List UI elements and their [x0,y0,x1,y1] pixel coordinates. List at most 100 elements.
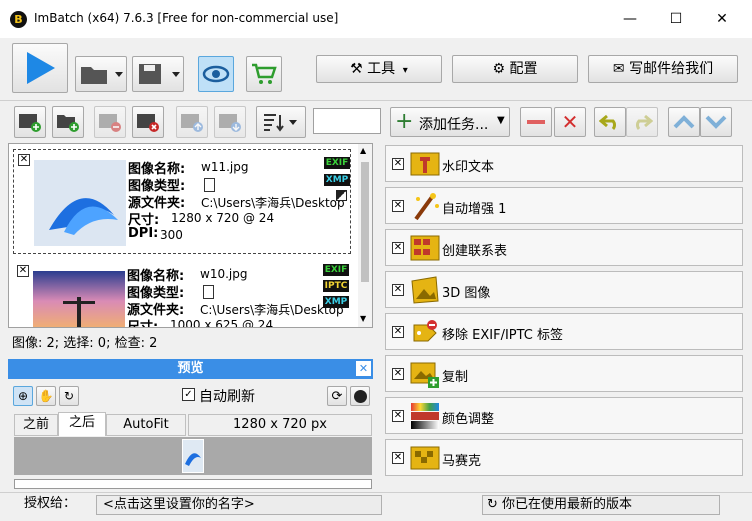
task-list[interactable]: ✕ 水印文本 ✕ 自动增强 1 ✕ 创建联系表 ✕ 3D 图像 ✕ 移除 EXI… [385,142,745,492]
auto-refresh-label: 自动刷新 [199,389,255,405]
task-down-button[interactable] [700,107,732,137]
list-item[interactable]: ✕ 图像名称: w11.jpg 图像类型: 源文件夹: C:\Users\李海兵… [13,149,351,254]
task-item-mosaic[interactable]: ✕ 马赛克 [385,439,743,476]
clear-tasks-button[interactable]: ✕ [554,107,586,137]
preview-close-icon[interactable]: ✕ [355,360,372,377]
task-name: 颜色调整 [442,412,495,427]
redo-button[interactable] [626,107,658,137]
run-button[interactable] [12,43,68,93]
autofit-button[interactable]: AutoFit [106,414,186,436]
preview-toggle-button[interactable] [198,56,234,92]
undo-icon [599,114,616,130]
scroll-down-icon[interactable]: ▼ [360,314,366,323]
save-button[interactable] [132,56,184,92]
task-checkbox[interactable]: ✕ [392,200,404,212]
file-name: w11.jpg [201,160,249,174]
task-item-3d-image[interactable]: ✕ 3D 图像 [385,271,743,308]
auto-refresh-checkbox[interactable]: ✓ [182,388,195,401]
move-down-button[interactable] [214,106,246,138]
xmp-badge: XMP [324,174,350,186]
xmp-badge: XMP [323,296,349,308]
version-text: 你已在使用最新的版本 [502,497,633,512]
scrollbar-thumb[interactable] [361,162,369,282]
item-checkbox[interactable]: ✕ [18,154,30,166]
refresh-button[interactable]: ⟳ [327,386,347,406]
preview-canvas[interactable] [14,437,372,475]
task-checkbox[interactable]: ✕ [392,410,404,422]
task-checkbox[interactable]: ✕ [392,326,404,338]
task-checkbox[interactable]: ✕ [392,368,404,380]
circle-icon [354,390,367,403]
task-item-copy[interactable]: ✕ 复制 [385,355,743,392]
tab-after[interactable]: 之后 [58,412,106,436]
scroll-up-icon[interactable]: ▲ [360,146,366,155]
maximize-button[interactable]: ☐ [656,4,696,34]
add-task-button[interactable]: + 添加任务... ▼ [390,107,510,137]
undo-button[interactable] [594,107,626,137]
file-list[interactable]: ✕ 图像名称: w11.jpg 图像类型: 源文件夹: C:\Users\李海兵… [8,143,373,328]
preview-header: 预览 [8,359,373,379]
sort-button[interactable] [256,106,306,138]
image-up-icon [181,114,203,132]
task-checkbox[interactable]: ✕ [392,452,404,464]
tag-remove-icon [413,320,437,342]
minimize-button[interactable]: — [610,4,650,34]
delete-image-icon [137,114,159,132]
buy-button[interactable] [246,56,282,92]
size-label: 尺寸: [127,316,158,327]
item-checkbox[interactable]: ✕ [17,265,29,277]
task-checkbox[interactable]: ✕ [392,242,404,254]
remove-image-button[interactable] [94,106,126,138]
pan-button[interactable]: ✋ [36,386,56,406]
dropdown-arrow-icon: ▼ [497,115,505,126]
filter-input[interactable] [313,108,381,134]
copy-icon [410,362,439,388]
license-name-field[interactable]: <点击这里设置你的名字> [96,495,382,515]
email-button[interactable]: ✉ 写邮件给我们 [588,55,738,83]
file-status: 图像: 2; 选择: 0; 检查: 2 [12,336,158,351]
scrollbar[interactable]: ▲ ▼ [358,144,372,327]
status-divider [0,492,752,493]
dpi-value: 300 [160,228,183,242]
task-item-contact-sheet[interactable]: ✕ 创建联系表 [385,229,743,266]
minus-icon [527,120,545,124]
app-logo: B [10,11,27,28]
task-up-button[interactable] [668,107,700,137]
plus-icon: + [395,109,414,134]
image-size: 1000 x 625 @ 24 [170,318,274,327]
task-name: 复制 [442,370,469,385]
add-image-button[interactable] [14,106,46,138]
list-item[interactable]: ✕ 图像名称: w10.jpg 图像类型: 源文件夹: C:\Users\李海兵… [13,261,351,327]
zoom-button[interactable]: ⊕ [13,386,33,406]
task-item-watermark[interactable]: ✕ 水印文本 [385,145,743,182]
sort-icon [264,114,297,132]
dropdown-arrow-icon: ▾ [399,65,408,76]
eye-icon [202,65,230,83]
tools-menu-button[interactable]: ⚒ 工具 ▾ [316,55,442,83]
task-item-remove-exif[interactable]: ✕ 移除 EXIF/IPTC 标签 [385,313,743,350]
clear-images-button[interactable] [132,106,164,138]
add-folder-button[interactable] [52,106,84,138]
config-button[interactable]: ⚙ 配置 [452,55,578,83]
task-item-auto-enhance[interactable]: ✕ 自动增强 1 [385,187,743,224]
add-folder-icon [57,115,79,132]
background-button[interactable] [350,386,370,406]
task-checkbox[interactable]: ✕ [392,158,404,170]
rotate-icon: ↻ [63,389,75,403]
open-folder-button[interactable] [75,56,127,92]
refresh-icon: ↻ [487,497,498,512]
save-icon [139,64,180,84]
x-icon: ✕ [561,110,579,134]
task-checkbox[interactable]: ✕ [392,284,404,296]
rotate-button[interactable]: ↻ [59,386,79,406]
task-item-color-adjust[interactable]: ✕ 颜色调整 [385,397,743,434]
file-type-icon [203,285,214,299]
cart-icon [252,63,277,84]
refresh-icon: ⟳ [331,388,343,404]
move-up-button[interactable] [176,106,208,138]
remove-task-button[interactable] [520,107,552,137]
add-task-label: 添加任务... [419,117,489,133]
tab-before[interactable]: 之前 [14,414,58,436]
close-button[interactable]: ✕ [702,4,742,34]
envelope-icon: ✉ [612,61,625,77]
